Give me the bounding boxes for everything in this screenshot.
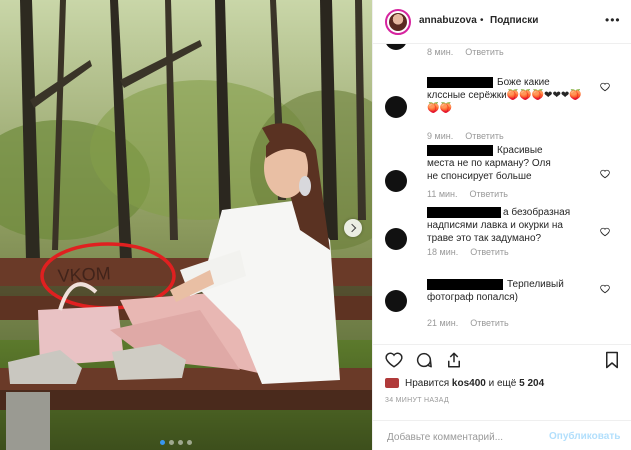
comment-meta: 8 мин. Ответить xyxy=(427,47,504,57)
comment-avatar[interactable] xyxy=(385,170,407,192)
likes-count[interactable]: 5 204 xyxy=(519,378,544,389)
carousel-dot xyxy=(178,440,183,445)
comments-list[interactable]: 8 мин. Ответить Боже какие клсcные серёжк… xyxy=(373,44,631,344)
post-sidebar: annabuzova • Подписки ••• 8 мин. Ответить… xyxy=(372,0,631,450)
carousel-indicator xyxy=(160,440,192,445)
bookmark-icon[interactable] xyxy=(603,351,621,369)
comment-meta: 18 мин. Ответить xyxy=(427,247,509,257)
comment-avatar[interactable] xyxy=(385,290,407,312)
reply-link[interactable]: Ответить xyxy=(470,189,508,199)
post-photo[interactable]: VKOM xyxy=(0,0,372,450)
reply-link[interactable]: Ответить xyxy=(470,247,508,257)
comment-input[interactable] xyxy=(385,429,539,445)
reply-link[interactable]: Ответить xyxy=(470,318,508,328)
comment-time: 9 мин. xyxy=(427,131,454,141)
comment-meta: 9 мин. Ответить xyxy=(427,131,504,141)
likes-summary[interactable]: Нравится kos400 и ещё 5 204 xyxy=(385,375,544,391)
following-button[interactable]: Подписки xyxy=(490,15,538,26)
comment-time: 11 мин. xyxy=(427,189,458,199)
comment-text: Терпеливый фотограф попался) xyxy=(427,279,564,303)
reply-link[interactable]: Ответить xyxy=(465,47,503,57)
comment-like-icon[interactable] xyxy=(600,284,610,294)
more-dots-icon[interactable]: ••• xyxy=(605,13,621,27)
comment-text: Боже какие клсcные серёжки🍑🍑🍑❤❤❤🍑🍑🍑 xyxy=(427,77,582,114)
comment-text: а безобразная надписями лавка и окурки н… xyxy=(427,207,571,244)
post-header: annabuzova • Подписки ••• xyxy=(373,0,631,44)
comment-time: 8 мин. xyxy=(427,47,454,57)
add-comment-bar: Опубликовать xyxy=(373,420,631,450)
graffiti-text: VKOM xyxy=(57,263,111,286)
carousel-dot xyxy=(187,440,192,445)
username-link[interactable]: annabuzova xyxy=(419,15,477,26)
action-bar xyxy=(373,344,631,374)
comment-time: 18 мин. xyxy=(427,247,459,257)
comment-time: 21 мин. xyxy=(427,318,459,328)
likes-prefix: Нравится xyxy=(405,377,452,389)
publish-button[interactable]: Опубликовать xyxy=(549,431,620,442)
separator-dot: • xyxy=(480,15,484,26)
reply-link[interactable]: Ответить xyxy=(465,131,503,141)
comment-avatar[interactable] xyxy=(385,44,407,50)
next-slide-button[interactable] xyxy=(344,219,362,237)
comment-like-icon[interactable] xyxy=(600,169,610,179)
comment-avatar[interactable] xyxy=(385,96,407,118)
liker-avatar xyxy=(385,378,399,388)
post-timestamp[interactable]: 34 МИНУТ НАЗАД xyxy=(385,397,449,404)
liker-username[interactable]: kos400 xyxy=(452,378,486,389)
photo-illustration: VKOM xyxy=(0,0,372,450)
chevron-right-icon xyxy=(347,223,357,233)
comment-like-icon[interactable] xyxy=(600,82,610,92)
carousel-dot xyxy=(169,440,174,445)
heart-icon[interactable] xyxy=(385,351,403,369)
comment-icon[interactable] xyxy=(415,351,433,369)
comment-text: Красивые места не по карману? Оля не спо… xyxy=(427,145,551,182)
share-icon[interactable] xyxy=(445,351,463,369)
likes-middle: и ещё xyxy=(485,377,520,389)
carousel-dot xyxy=(160,440,165,445)
avatar[interactable] xyxy=(385,9,411,35)
comment-like-icon[interactable] xyxy=(600,227,610,237)
comment-avatar[interactable] xyxy=(385,228,407,250)
comment-meta: 21 мин. Ответить xyxy=(427,318,509,328)
comment-meta: 11 мин. Ответить xyxy=(427,189,508,199)
